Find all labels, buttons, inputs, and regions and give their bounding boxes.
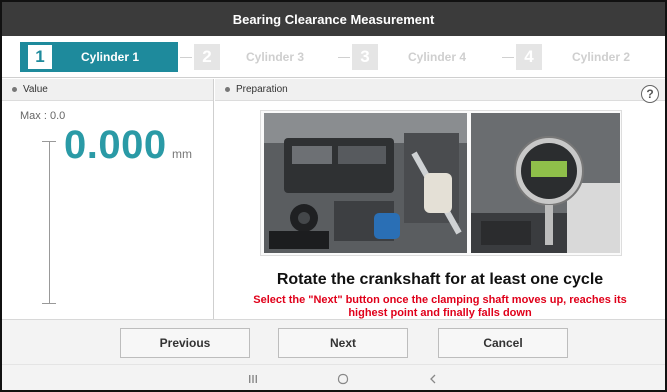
back-icon[interactable]	[425, 371, 441, 387]
step-connector	[502, 57, 514, 58]
measurement-reading: 0.000	[64, 123, 167, 167]
step-cylinder-1[interactable]: 1 Cylinder 1	[20, 42, 178, 72]
step-connector	[338, 57, 350, 58]
gauge-bottom-tick	[42, 303, 56, 304]
value-panel-header: Value	[2, 79, 213, 101]
window-title: Bearing Clearance Measurement	[232, 11, 435, 27]
preparation-panel-title: Preparation	[236, 84, 288, 95]
value-panel-title: Value	[23, 84, 48, 95]
dial-gauge-photo	[471, 113, 620, 253]
preparation-panel: Preparation ? Rotate the crankshaft for …	[215, 79, 665, 319]
previous-button[interactable]: Previous	[120, 328, 250, 358]
gauge-scale	[49, 141, 50, 304]
home-icon[interactable]	[335, 371, 351, 387]
step-cylinder-2[interactable]: 4 Cylinder 2	[516, 42, 656, 72]
step-label: Cylinder 1	[81, 50, 140, 64]
window-title-bar: Bearing Clearance Measurement	[2, 2, 665, 36]
instruction-detail: Select the "Next" button once the clampi…	[253, 294, 627, 319]
step-number: 3	[352, 44, 378, 70]
next-button[interactable]: Next	[278, 328, 408, 358]
value-panel: Value Max : 0.0 0.000 mm	[2, 79, 214, 319]
bullet-icon	[12, 87, 17, 92]
step-cylinder-4[interactable]: 3 Cylinder 4	[352, 42, 502, 72]
app-window: Bearing Clearance Measurement 1 Cylinder…	[0, 0, 667, 392]
bullet-icon	[225, 87, 230, 92]
cancel-button[interactable]: Cancel	[438, 328, 568, 358]
preparation-panel-header: Preparation	[215, 79, 665, 101]
instruction-title: Rotate the crankshaft for at least one c…	[276, 271, 604, 288]
step-number: 4	[516, 44, 542, 70]
step-label: Cylinder 2	[572, 50, 631, 64]
android-navigation-bar	[2, 364, 665, 390]
measurement-unit: mm	[172, 147, 192, 161]
step-cylinder-3[interactable]: 2 Cylinder 3	[194, 42, 334, 72]
step-number: 1	[27, 44, 53, 70]
recents-icon[interactable]	[245, 371, 261, 387]
step-number: 2	[194, 44, 220, 70]
preparation-images	[260, 110, 622, 256]
engine-bay-photo	[264, 113, 467, 253]
step-connector	[180, 57, 192, 58]
help-icon[interactable]: ?	[641, 85, 659, 103]
action-bar: Previous Next Cancel	[2, 319, 665, 364]
step-label: Cylinder 3	[246, 50, 305, 64]
max-value-text: Max : 0.0	[20, 110, 66, 122]
cylinder-stepper: 1 Cylinder 1 2 Cylinder 3 3 Cylinder 4 4…	[2, 36, 665, 78]
step-label: Cylinder 4	[408, 50, 467, 64]
